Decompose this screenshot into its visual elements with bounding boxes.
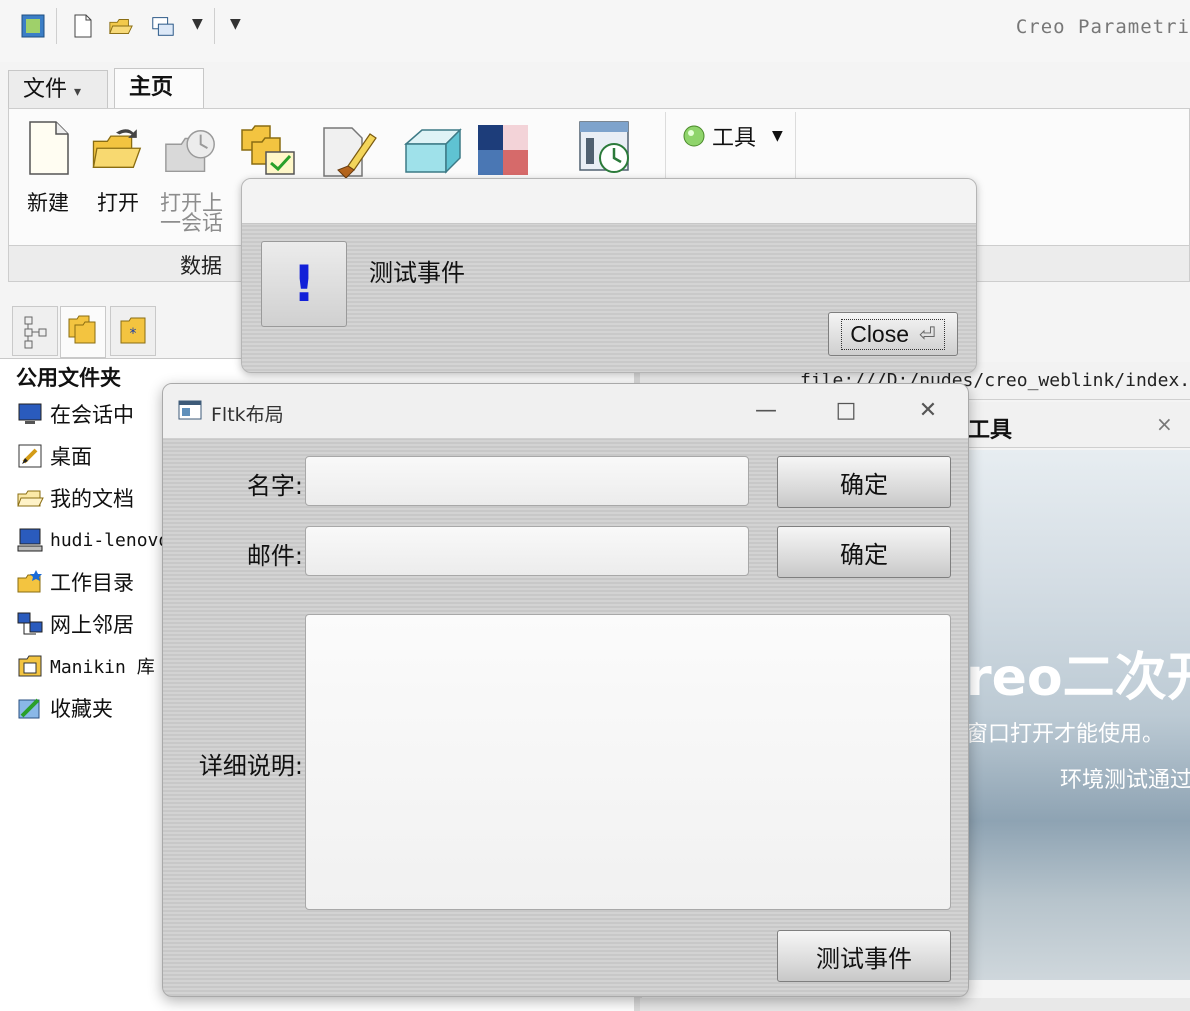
app-window-icon — [178, 400, 202, 420]
working-directory-icon — [17, 570, 42, 593]
manikin-library-icon — [18, 655, 42, 677]
fltk-window-title: Fltk布局 — [211, 404, 284, 426]
test-event-button[interactable]: 测试事件 — [777, 930, 951, 982]
navigator-item-label: 在会话中 — [50, 403, 134, 427]
navigator-item[interactable]: 桌面 — [16, 438, 92, 474]
open-last-session-icon[interactable] — [162, 122, 220, 182]
new-button-label[interactable]: 新建 — [27, 190, 69, 216]
close-button-focus: Close ⏎ — [841, 318, 945, 350]
model-display-icon[interactable] — [402, 122, 464, 182]
favorites-icon — [18, 698, 40, 719]
name-input[interactable] — [305, 456, 749, 506]
my-documents-icon — [17, 490, 44, 507]
detail-label: 详细说明: — [198, 752, 303, 780]
new-file-icon[interactable] — [70, 12, 96, 40]
monitor-icon — [18, 403, 42, 424]
tab-file[interactable]: 文件 ▾ — [8, 70, 108, 108]
appearance-icon[interactable] — [476, 120, 530, 180]
customize-toolbar-icon[interactable]: ▼ — [230, 16, 241, 32]
window-icon[interactable] — [150, 12, 176, 40]
navigator-item-label: hudi-lenovo — [50, 529, 170, 551]
browser-status-strip — [640, 998, 1190, 1011]
message-text: 测试事件 — [369, 259, 465, 287]
tools-label: 工具 — [712, 126, 757, 151]
open-button-label[interactable]: 打开 — [97, 190, 139, 216]
system-info-icon[interactable] — [576, 118, 634, 178]
fltk-window: Fltk布局 — □ ✕ 名字: 确定 邮件: 确定 详细说明: 测试事件 — [162, 383, 969, 997]
desktop-icon — [18, 444, 42, 468]
navigator-item[interactable]: 在会话中 — [16, 396, 134, 432]
tab-folder-browser[interactable] — [60, 306, 106, 358]
tab-home[interactable]: 主页 — [114, 68, 204, 108]
navigator-item[interactable]: 我的文档 — [16, 480, 134, 516]
banner-subtitle: 窗口打开才能使用。 — [966, 722, 1165, 747]
return-icon: ⏎ — [919, 323, 936, 346]
computer-icon — [17, 528, 43, 552]
banner-subtitle: 环境测试通过 — [1060, 768, 1190, 793]
navigator-item-label: 收藏夹 — [50, 697, 113, 721]
detail-textarea[interactable] — [305, 614, 951, 910]
open-last-session-label-line2: 一会话 — [160, 211, 223, 235]
tab-model-tree[interactable] — [12, 306, 58, 356]
green-light-icon — [683, 125, 705, 147]
navigator-item-label: 网上邻居 — [50, 613, 134, 637]
navigator-item-label: 工作目录 — [50, 571, 134, 595]
chevron-down-icon: ▼ — [772, 128, 783, 144]
close-button-label: Close — [850, 320, 910, 347]
svg-text:*: * — [130, 326, 137, 342]
message-dialog: ! 测试事件 Close ⏎ — [241, 178, 977, 373]
open-folder-icon[interactable] — [90, 120, 142, 180]
favorites-folder-icon: * — [120, 317, 146, 344]
mail-label: 邮件: — [246, 542, 303, 570]
network-icon — [17, 612, 43, 635]
confirm-button[interactable]: 确定 — [777, 526, 951, 578]
tab-home-label: 主页 — [129, 75, 174, 100]
group-label-data: 数据 — [180, 254, 222, 278]
navigator-item[interactable]: Manikin 库 — [16, 648, 155, 684]
name-label: 名字: — [246, 472, 303, 500]
folder-browser-icon — [68, 315, 96, 344]
navigator-item-label: 我的文档 — [50, 487, 134, 511]
navigator-item[interactable]: 工作目录 — [16, 564, 134, 600]
new-file-icon[interactable] — [22, 118, 74, 178]
maximize-icon[interactable]: □ — [831, 396, 861, 426]
mail-input[interactable] — [305, 526, 749, 576]
navigator-header: 公用文件夹 — [16, 366, 121, 390]
app-title: Creo Parametri — [1015, 16, 1190, 38]
browser-banner — [960, 450, 1190, 980]
minimize-icon[interactable]: — — [751, 396, 781, 426]
exclamation-icon: ! — [261, 241, 347, 327]
tab-favorites[interactable]: * — [110, 306, 156, 356]
model-tree-icon — [24, 316, 47, 349]
tools-menu-button[interactable]: 工具 ▼ — [682, 120, 783, 152]
close-icon[interactable]: ✕ — [913, 396, 943, 426]
navigator-item[interactable]: 网上邻居 — [16, 606, 134, 642]
navigator-item[interactable]: 收藏夹 — [16, 690, 113, 726]
quick-access-toolbar: ▼ ▼ Creo Parametri — [0, 0, 1190, 62]
toolbar-separator — [56, 8, 57, 44]
confirm-button[interactable]: 确定 — [777, 456, 951, 508]
erase-not-displayed-icon[interactable] — [318, 120, 378, 180]
creo-app-icon[interactable] — [20, 12, 46, 40]
tab-file-label: 文件 — [23, 77, 68, 102]
close-icon[interactable]: × — [1156, 412, 1173, 436]
banner-title: reo二次开 — [966, 648, 1190, 708]
navigator-item[interactable]: hudi-lenovo — [16, 522, 169, 558]
browser-tool-tab-label: 工具 — [968, 418, 1013, 443]
chevron-down-icon: ▾ — [74, 84, 82, 100]
close-button[interactable]: Close ⏎ — [828, 312, 958, 356]
window-dropdown-icon[interactable]: ▼ — [192, 16, 203, 32]
message-dialog-titlebar[interactable] — [242, 179, 976, 224]
select-working-directory-icon[interactable] — [238, 120, 298, 180]
navigator-item-label: 桌面 — [50, 445, 92, 469]
open-folder-icon[interactable] — [108, 12, 134, 40]
toolbar-separator — [214, 8, 215, 44]
navigator-item-label: Manikin 库 — [50, 657, 155, 678]
